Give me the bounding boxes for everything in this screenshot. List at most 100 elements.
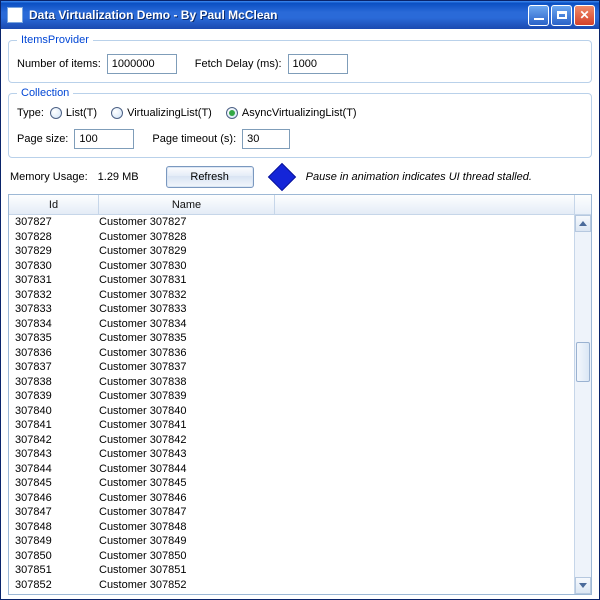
fetch-delay-input[interactable]	[288, 54, 348, 74]
table-row[interactable]: 307846Customer 307846	[9, 491, 574, 506]
chevron-up-icon	[579, 221, 587, 226]
table-row[interactable]: 307827Customer 307827	[9, 215, 574, 230]
table-row[interactable]: 307841Customer 307841	[9, 418, 574, 433]
title-bar[interactable]: Data Virtualization Demo - By Paul McCle…	[1, 1, 599, 29]
cell-id: 307852	[9, 579, 99, 591]
table-row[interactable]: 307849Customer 307849	[9, 534, 574, 549]
app-window: Data Virtualization Demo - By Paul McCle…	[0, 0, 600, 600]
chevron-down-icon	[579, 583, 587, 588]
num-items-input[interactable]	[107, 54, 177, 74]
cell-id: 307827	[9, 216, 99, 228]
cell-id: 307844	[9, 463, 99, 475]
column-header-id[interactable]: Id	[9, 195, 99, 214]
cell-name: Customer 307849	[99, 535, 275, 547]
cell-id: 307846	[9, 492, 99, 504]
table-row[interactable]: 307848Customer 307848	[9, 520, 574, 535]
cell-id: 307833	[9, 303, 99, 315]
vertical-scrollbar[interactable]	[574, 215, 591, 594]
radio-async-virtualizing-list[interactable]: AsyncVirtualizingList(T)	[226, 107, 357, 119]
radio-virtualizing-list[interactable]: VirtualizingList(T)	[111, 107, 212, 119]
num-items-label: Number of items:	[17, 58, 101, 70]
radio-list-label: List(T)	[66, 107, 97, 119]
page-size-input[interactable]	[74, 129, 134, 149]
cell-id: 307845	[9, 477, 99, 489]
cell-id: 307842	[9, 434, 99, 446]
cell-id: 307828	[9, 231, 99, 243]
page-timeout-input[interactable]	[242, 129, 290, 149]
table-row[interactable]: 307853Customer 307853	[9, 592, 574, 594]
table-row[interactable]: 307828Customer 307828	[9, 230, 574, 245]
cell-name: Customer 307829	[99, 245, 275, 257]
page-timeout-label: Page timeout (s):	[152, 133, 236, 145]
cell-name: Customer 307846	[99, 492, 275, 504]
cell-name: Customer 307833	[99, 303, 275, 315]
cell-id: 307841	[9, 419, 99, 431]
table-row[interactable]: 307845Customer 307845	[9, 476, 574, 491]
toolbar: Memory Usage: 1.29 MB Refresh Pause in a…	[8, 162, 592, 194]
table-row[interactable]: 307835Customer 307835	[9, 331, 574, 346]
cell-id: 307829	[9, 245, 99, 257]
items-provider-group: ItemsProvider Number of items: Fetch Del…	[8, 34, 592, 83]
type-label: Type:	[17, 107, 44, 119]
memory-usage-value: 1.29 MB	[98, 171, 156, 183]
window-title: Data Virtualization Demo - By Paul McCle…	[29, 8, 528, 22]
cell-id: 307840	[9, 405, 99, 417]
cell-name: Customer 307835	[99, 332, 275, 344]
cell-name: Customer 307830	[99, 260, 275, 272]
table-row[interactable]: 307837Customer 307837	[9, 360, 574, 375]
table-row[interactable]: 307834Customer 307834	[9, 317, 574, 332]
cell-name: Customer 307838	[99, 376, 275, 388]
data-grid: Id Name 307827Customer 307827307828Custo…	[8, 194, 592, 595]
cell-name: Customer 307844	[99, 463, 275, 475]
cell-name: Customer 307839	[99, 390, 275, 402]
radio-icon	[226, 107, 238, 119]
minimize-button[interactable]	[528, 5, 549, 26]
table-row[interactable]: 307830Customer 307830	[9, 259, 574, 274]
table-row[interactable]: 307850Customer 307850	[9, 549, 574, 564]
scroll-up-button[interactable]	[575, 215, 591, 232]
table-row[interactable]: 307840Customer 307840	[9, 404, 574, 419]
table-row[interactable]: 307844Customer 307844	[9, 462, 574, 477]
header-scroll-corner	[574, 195, 591, 214]
items-provider-legend: ItemsProvider	[17, 34, 93, 46]
window-controls: ✕	[528, 5, 595, 26]
table-row[interactable]: 307832Customer 307832	[9, 288, 574, 303]
table-row[interactable]: 307831Customer 307831	[9, 273, 574, 288]
column-header-name[interactable]: Name	[99, 195, 275, 214]
fetch-delay-label: Fetch Delay (ms):	[195, 58, 282, 70]
cell-id: 307851	[9, 564, 99, 576]
table-row[interactable]: 307851Customer 307851	[9, 563, 574, 578]
scroll-thumb[interactable]	[576, 342, 590, 382]
radio-vlist-label: VirtualizingList(T)	[127, 107, 212, 119]
grid-rows[interactable]: 307827Customer 307827307828Customer 3078…	[9, 215, 574, 594]
cell-name: Customer 307832	[99, 289, 275, 301]
cell-id: 307831	[9, 274, 99, 286]
scroll-down-button[interactable]	[575, 577, 591, 594]
cell-name: Customer 307845	[99, 477, 275, 489]
table-row[interactable]: 307836Customer 307836	[9, 346, 574, 361]
cell-id: 307843	[9, 448, 99, 460]
memory-usage-label: Memory Usage:	[10, 171, 88, 183]
refresh-button[interactable]: Refresh	[166, 166, 254, 188]
table-row[interactable]: 307843Customer 307843	[9, 447, 574, 462]
table-row[interactable]: 307838Customer 307838	[9, 375, 574, 390]
table-row[interactable]: 307839Customer 307839	[9, 389, 574, 404]
cell-name: Customer 307843	[99, 448, 275, 460]
cell-id: 307830	[9, 260, 99, 272]
cell-name: Customer 307828	[99, 231, 275, 243]
scroll-track[interactable]	[575, 232, 591, 577]
close-button[interactable]: ✕	[574, 5, 595, 26]
table-row[interactable]: 307842Customer 307842	[9, 433, 574, 448]
cell-id: 307847	[9, 506, 99, 518]
cell-name: Customer 307852	[99, 579, 275, 591]
table-row[interactable]: 307829Customer 307829	[9, 244, 574, 259]
table-row[interactable]: 307852Customer 307852	[9, 578, 574, 593]
cell-id: 307850	[9, 550, 99, 562]
cell-id: 307839	[9, 390, 99, 402]
table-row[interactable]: 307833Customer 307833	[9, 302, 574, 317]
collection-legend: Collection	[17, 87, 73, 99]
table-row[interactable]: 307847Customer 307847	[9, 505, 574, 520]
maximize-button[interactable]	[551, 5, 572, 26]
radio-list[interactable]: List(T)	[50, 107, 97, 119]
cell-name: Customer 307836	[99, 347, 275, 359]
